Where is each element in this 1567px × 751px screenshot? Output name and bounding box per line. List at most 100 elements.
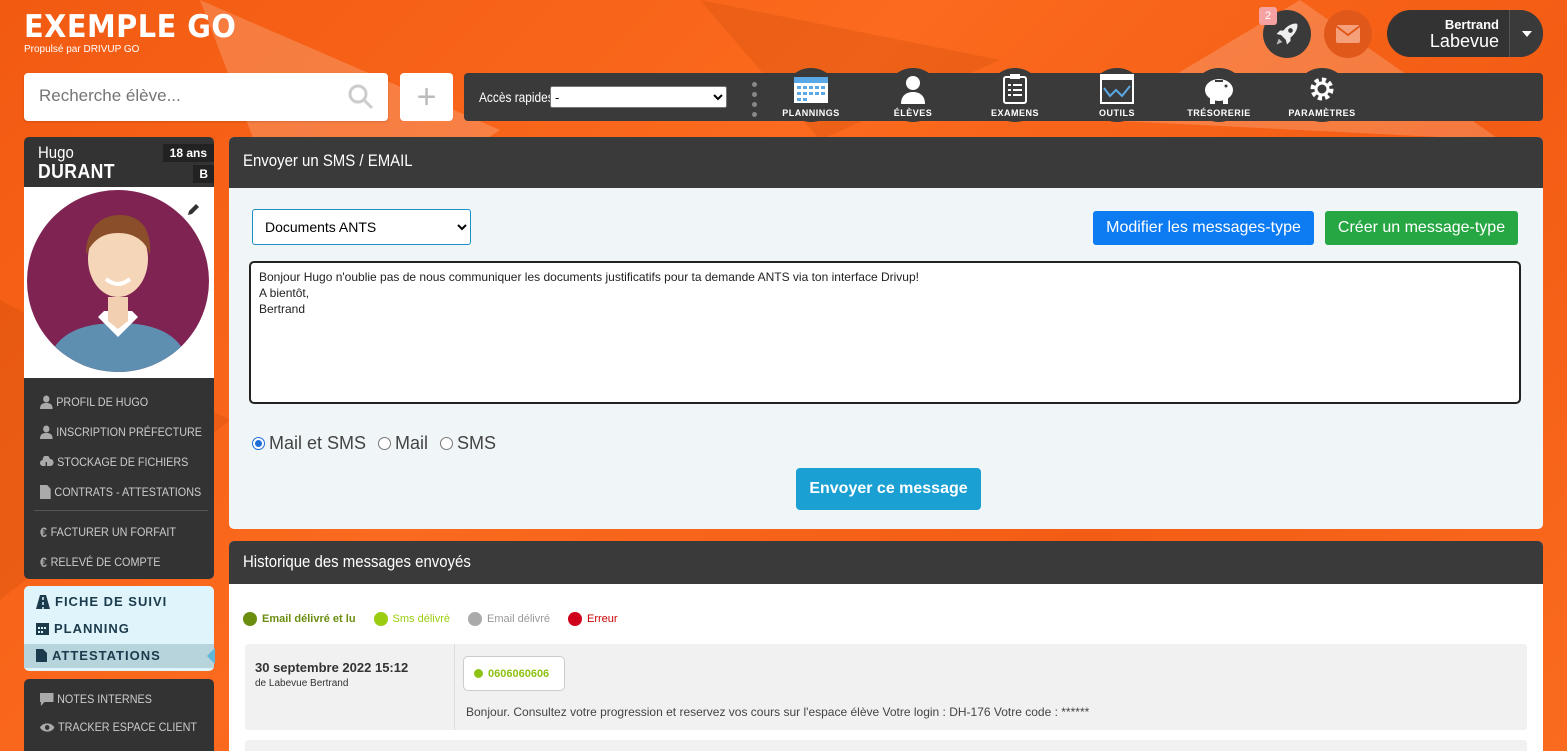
legend-item: Email délivré <box>468 612 550 626</box>
menu-item-notes[interactable]: Notes internes <box>40 692 152 706</box>
nav-plannings[interactable]: PLANNINGS <box>774 68 848 122</box>
legend-label: Erreur <box>586 613 618 625</box>
menu-item-inscription[interactable]: Inscription préfecture <box>40 425 202 439</box>
message-text: Bonjour. Consultez votre progression et … <box>466 705 1090 719</box>
radio-button[interactable] <box>378 437 392 450</box>
menu-item-contrats[interactable]: Contrats - Attestations <box>40 485 201 499</box>
nav-label: PLANNINGS <box>782 108 840 118</box>
mail-button[interactable] <box>1324 10 1372 58</box>
eye-icon <box>40 722 55 732</box>
nav-label: ÉLÈVES <box>893 108 933 118</box>
status-dot-icon <box>468 612 483 626</box>
row-divider <box>454 644 455 730</box>
menu-item-attestations[interactable]: Attestations <box>36 648 161 663</box>
brand-title: EXEMPLE GO <box>24 9 237 45</box>
nav-eleves[interactable]: ÉLÈVES <box>876 68 950 122</box>
message-author: de Labevue Bertrand <box>255 678 349 689</box>
message-date: 30 septembre 2022 15:12 <box>255 660 409 675</box>
chart-icon <box>1100 74 1134 104</box>
menu-label: Profil de Hugo <box>56 395 149 409</box>
radio-sms[interactable]: SMS <box>440 433 496 454</box>
user-last-name: Labevue <box>1429 31 1499 51</box>
drag-handle-icon[interactable] <box>752 82 757 122</box>
envelope-icon <box>1335 25 1361 43</box>
channel-selector: Mail et SMS Mail SMS <box>252 433 502 454</box>
caret-down-icon <box>1521 30 1532 37</box>
menu-label: Tracker espace client <box>58 720 198 734</box>
menu-label: Contrats - Attestations <box>54 485 202 499</box>
euro-icon: € <box>40 554 48 570</box>
legend-item: Sms délivré <box>373 612 450 626</box>
notification-badge: 2 <box>1259 7 1277 25</box>
student-tools-menu: Fiche de suivi Planning Attestations <box>24 586 215 671</box>
age-badge: 18 ans <box>162 144 214 162</box>
menu-item-planning[interactable]: Planning <box>36 621 130 636</box>
student-last-name: DURANT <box>38 161 115 183</box>
message-textarea[interactable]: Bonjour Hugo n'oublie pas de nous commun… <box>249 261 1521 404</box>
radio-label: SMS <box>457 433 497 453</box>
compose-panel: Envoyer un SMS / EMAIL Documents ANTS Mo… <box>229 137 1543 529</box>
menu-label: Inscription préfecture <box>56 425 203 439</box>
nav-outils[interactable]: OUTILS <box>1080 68 1154 122</box>
user-menu[interactable]: Bertrand Labevue <box>1387 10 1543 57</box>
history-row[interactable] <box>245 740 1527 751</box>
student-menu: Profil de Hugo Inscription préfecture St… <box>24 378 214 579</box>
user-first-name: Bertrand <box>1444 17 1499 32</box>
status-dot-icon <box>243 612 257 626</box>
menu-item-facturer[interactable]: € Facturer un forfait <box>40 524 176 540</box>
nav-examens[interactable]: EXAMENS <box>978 68 1052 122</box>
menu-divider <box>34 510 208 511</box>
user-icon <box>40 425 53 439</box>
radio-button[interactable] <box>252 437 265 450</box>
template-select[interactable]: Documents ANTS <box>252 209 471 245</box>
road-icon <box>36 594 50 609</box>
history-panel: Historique des messages envoyés Email dé… <box>229 541 1543 751</box>
legend-label: Email délivré <box>487 613 550 625</box>
send-message-button[interactable]: Envoyer ce message <box>796 468 981 510</box>
add-student-button[interactable]: + <box>400 73 453 121</box>
edit-templates-button[interactable]: Modifier les messages-type <box>1093 211 1314 245</box>
euro-icon: € <box>40 524 48 540</box>
menu-label: Stockage de fichiers <box>57 455 189 469</box>
brand[interactable]: EXEMPLE GO Propulsé par DRIVUP GO <box>24 10 252 55</box>
compose-header: Envoyer un SMS / EMAIL <box>229 137 1543 188</box>
file-icon <box>40 485 51 499</box>
recipient-chip[interactable]: 0606060606 <box>463 656 565 691</box>
radio-button[interactable] <box>440 437 454 450</box>
menu-label: Facturer un forfait <box>50 525 177 539</box>
nav-parametres[interactable]: PARAMÈTRES <box>1285 68 1359 122</box>
menu-label: Relevé de compte <box>50 555 161 569</box>
history-row[interactable]: 30 septembre 2022 15:12 de Labevue Bertr… <box>245 644 1527 730</box>
main-navbar: Accès rapides - PLANNINGS ÉLÈVES EXAMENS <box>464 68 1543 122</box>
user-icon <box>901 76 925 104</box>
license-category-badge: B <box>193 165 214 183</box>
radio-mail[interactable]: Mail <box>378 433 428 454</box>
nav-tresorerie[interactable]: TRÉSORERIE <box>1182 68 1256 122</box>
menu-item-stockage[interactable]: Stockage de fichiers <box>40 455 188 469</box>
calendar-icon <box>36 623 49 635</box>
menu-item-tracker[interactable]: Tracker espace client <box>40 720 197 734</box>
recipient-number: 0606060606 <box>488 667 550 680</box>
radio-label: Mail et SMS <box>269 433 367 453</box>
quick-access-select[interactable]: - <box>550 86 727 108</box>
search-input[interactable] <box>24 73 324 119</box>
menu-item-profil[interactable]: Profil de Hugo <box>40 395 148 409</box>
student-search <box>24 73 388 121</box>
menu-label: Planning <box>54 621 130 636</box>
legend-item: Email délivré et lu <box>243 612 356 626</box>
compose-title: Envoyer un SMS / EMAIL <box>243 151 413 170</box>
history-title: Historique des messages envoyés <box>243 552 471 571</box>
nav-label: OUTILS <box>1099 108 1135 118</box>
menu-item-fiche-suivi[interactable]: Fiche de suivi <box>36 594 167 609</box>
status-dot-icon <box>474 669 483 678</box>
file-icon <box>36 649 47 662</box>
create-template-button[interactable]: Créer un message-type <box>1325 211 1518 245</box>
active-indicator <box>207 648 215 664</box>
radio-mail-sms[interactable]: Mail et SMS <box>252 433 366 454</box>
menu-item-releve[interactable]: € Relevé de compte <box>40 554 160 570</box>
student-first-name: Hugo <box>38 143 74 162</box>
plus-icon: + <box>416 77 437 116</box>
search-icon[interactable] <box>348 84 374 110</box>
pencil-icon[interactable] <box>186 203 200 217</box>
status-legend: Email délivré et lu Sms délivré Email dé… <box>243 612 618 626</box>
